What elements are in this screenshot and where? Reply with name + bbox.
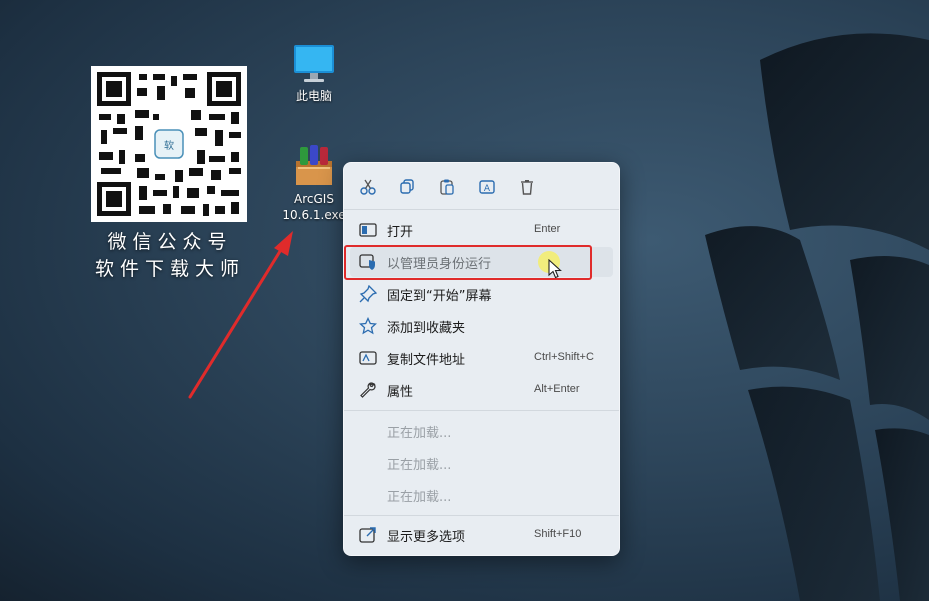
context-menu: A 打开 Enter 以管理员身份运行 固定到“开始”屏幕 添加到收藏夹 复制文…: [343, 162, 620, 556]
pin-icon: [359, 285, 377, 303]
delete-button[interactable]: [515, 175, 539, 199]
menu-item-label: 正在加载...: [387, 458, 452, 473]
star-icon: [359, 317, 377, 335]
menu-item-properties[interactable]: 属性 Alt+Enter: [350, 375, 613, 405]
desktop: 此电脑 ArcGIS 10.6.1.exe 软 微信公众号 软件下载大师 A 打…: [0, 0, 929, 601]
menu-item-shortcut: Shift+F10: [534, 528, 582, 540]
copy-path-icon: [359, 351, 377, 365]
rename-button[interactable]: A: [475, 175, 499, 199]
more-options-icon: [359, 527, 376, 543]
menu-item-label: 正在加载...: [387, 426, 452, 441]
copy-button[interactable]: [395, 175, 419, 199]
menu-item-label: 属性: [387, 385, 414, 400]
paste-icon: [440, 179, 454, 195]
context-menu-toolbar: A: [344, 163, 619, 209]
menu-item-label: 固定到“开始”屏幕: [387, 289, 492, 304]
menu-separator: [344, 209, 619, 210]
app-window-icon: [359, 223, 377, 237]
menu-item-loading: 正在加载...: [350, 448, 613, 478]
menu-item-copy-as-path[interactable]: 复制文件地址 Ctrl+Shift+C: [350, 343, 613, 373]
menu-item-label: 显示更多选项: [387, 530, 466, 545]
wrench-icon: [360, 382, 376, 398]
svg-text:A: A: [484, 184, 491, 194]
menu-item-open[interactable]: 打开 Enter: [350, 215, 613, 245]
menu-separator: [344, 410, 619, 411]
menu-item-label: 打开: [387, 225, 414, 240]
menu-item-shortcut: Alt+Enter: [534, 383, 580, 395]
mouse-cursor-icon: [548, 259, 562, 279]
rename-icon: A: [479, 180, 495, 194]
menu-item-label: 正在加载...: [387, 490, 452, 505]
menu-separator: [344, 515, 619, 516]
menu-item-loading: 正在加载...: [350, 480, 613, 510]
menu-item-shortcut: Enter: [534, 223, 561, 235]
menu-item-add-to-favorites[interactable]: 添加到收藏夹: [350, 311, 613, 341]
menu-item-shortcut: Ctrl+Shift+C: [534, 351, 594, 363]
cut-button[interactable]: [356, 175, 380, 199]
menu-item-pin-to-start[interactable]: 固定到“开始”屏幕: [350, 279, 613, 309]
cut-icon: [360, 179, 376, 195]
menu-item-label: 添加到收藏夹: [387, 321, 466, 336]
copy-icon: [400, 179, 414, 194]
delete-icon: [521, 180, 533, 195]
paste-button[interactable]: [435, 175, 459, 199]
menu-item-loading: 正在加载...: [350, 416, 613, 446]
menu-item-show-more-options[interactable]: 显示更多选项 Shift+F10: [350, 520, 613, 550]
menu-item-label: 复制文件地址: [387, 353, 466, 368]
